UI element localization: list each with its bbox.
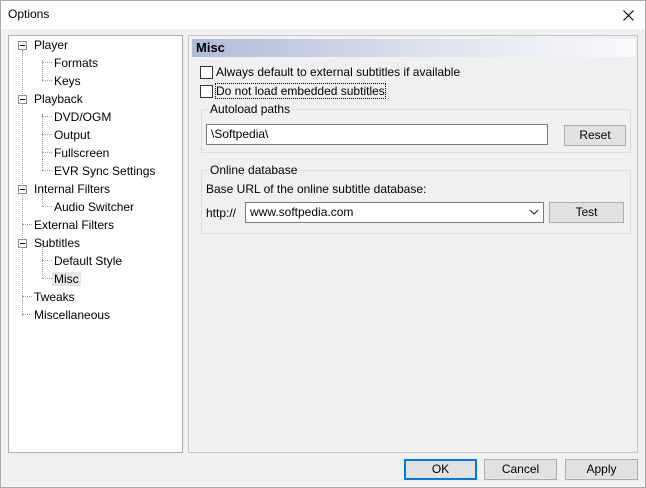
tree-connector [42, 170, 52, 171]
base-url-label: Base URL of the online subtitle database… [206, 182, 427, 196]
tree-connector [42, 116, 52, 117]
tree-item-label: Playback [34, 92, 83, 106]
embedded-subtitles-checkbox-row[interactable]: Do not load embedded subtitles [200, 83, 386, 99]
tree-connector [22, 314, 32, 315]
tree-item-internal-filters[interactable]: Internal Filters [32, 180, 112, 198]
tree-item-label: Tweaks [34, 290, 75, 304]
tree-item-label: Formats [54, 56, 99, 70]
tree-item-label: Output [54, 128, 91, 142]
tree-branch-line [42, 60, 43, 80]
page-title: Misc [196, 40, 225, 55]
tree-branch-line [42, 114, 43, 170]
tree-item-tweaks[interactable]: Tweaks [32, 288, 77, 306]
embedded-subtitles-checkbox[interactable] [200, 84, 213, 98]
tree-item-label: DVD/OGM [54, 110, 112, 124]
external-subtitles-checkbox-row[interactable]: Always default to external subtitles if … [200, 64, 460, 80]
tree-connector [42, 134, 52, 135]
embedded-subtitles-label: Do not load embedded subtitles [215, 83, 386, 99]
tree-connector [42, 260, 52, 261]
close-icon [622, 9, 634, 21]
tree-item-playback[interactable]: Playback [32, 90, 85, 108]
tree-item-misc[interactable]: Misc [52, 270, 81, 288]
autoload-paths-group: Autoload paths \Softpedia\ Reset [201, 102, 631, 153]
tree-item-label: Miscellaneous [34, 308, 111, 322]
options-window: Options Player Formats Keys Playback DVD… [0, 0, 646, 488]
online-database-title: Online database [208, 163, 300, 177]
online-database-group: Online database Base URL of the online s… [201, 163, 631, 234]
close-button[interactable] [611, 1, 645, 29]
tree-connector [42, 206, 52, 207]
tree-item-label: Fullscreen [54, 146, 110, 160]
tree-item-label: EVR Sync Settings [54, 164, 156, 178]
chevron-down-icon[interactable] [529, 208, 539, 216]
tree-item-default-style[interactable]: Default Style [52, 252, 124, 270]
tree-connector [42, 278, 52, 279]
window-title: Options [8, 7, 50, 21]
options-tree[interactable]: Player Formats Keys Playback DVD/OGM Out… [8, 35, 183, 453]
tree-item-player[interactable]: Player [32, 36, 70, 54]
collapse-icon[interactable] [18, 185, 27, 194]
tree-item-fullscreen[interactable]: Fullscreen [52, 144, 111, 162]
page-header: Misc [192, 39, 635, 57]
tree-item-subtitles[interactable]: Subtitles [32, 234, 82, 252]
collapse-icon[interactable] [18, 41, 27, 50]
tree-connector [42, 152, 52, 153]
tree-item-label: Misc [52, 272, 81, 286]
tree-item-label: Internal Filters [34, 182, 111, 196]
tree-connector [22, 224, 32, 225]
database-url-value: www.softpedia.com [250, 205, 354, 219]
collapse-icon[interactable] [18, 239, 27, 248]
cancel-button[interactable]: Cancel [484, 459, 557, 480]
tree-item-external-filters[interactable]: External Filters [32, 216, 116, 234]
apply-button[interactable]: Apply [565, 459, 638, 480]
collapse-icon[interactable] [18, 95, 27, 104]
tree-item-label: Player [34, 38, 69, 52]
tree-item-label: Audio Switcher [54, 200, 135, 214]
autoload-paths-title: Autoload paths [208, 102, 293, 116]
settings-pane: Misc Always default to external subtitle… [188, 35, 638, 453]
tree-item-formats[interactable]: Formats [52, 54, 100, 72]
tree-item-label: External Filters [34, 218, 115, 232]
external-subtitles-label: Always default to external subtitles if … [216, 65, 461, 79]
tree-item-miscellaneous[interactable]: Miscellaneous [32, 306, 112, 324]
tree-item-dvd-ogm[interactable]: DVD/OGM [52, 108, 113, 126]
tree-item-label: Subtitles [34, 236, 81, 250]
tree-item-label: Default Style [54, 254, 123, 268]
external-subtitles-checkbox[interactable] [200, 65, 213, 79]
tree-root-line [22, 50, 23, 316]
tree-item-evr-sync-settings[interactable]: EVR Sync Settings [52, 162, 157, 180]
tree-item-label: Keys [54, 74, 81, 88]
test-button[interactable]: Test [549, 202, 624, 223]
tree-connector [42, 80, 52, 81]
database-url-combobox[interactable]: www.softpedia.com [245, 202, 544, 223]
autoload-paths-input[interactable]: \Softpedia\ [206, 124, 548, 145]
tree-item-audio-switcher[interactable]: Audio Switcher [52, 198, 136, 216]
reset-button[interactable]: Reset [564, 125, 626, 146]
http-prefix-label: http:// [206, 206, 237, 220]
tree-item-keys[interactable]: Keys [52, 72, 83, 90]
title-bar: Options [1, 1, 645, 29]
ok-button[interactable]: OK [404, 459, 477, 480]
tree-connector [42, 62, 52, 63]
tree-item-output[interactable]: Output [52, 126, 92, 144]
tree-connector [22, 296, 32, 297]
